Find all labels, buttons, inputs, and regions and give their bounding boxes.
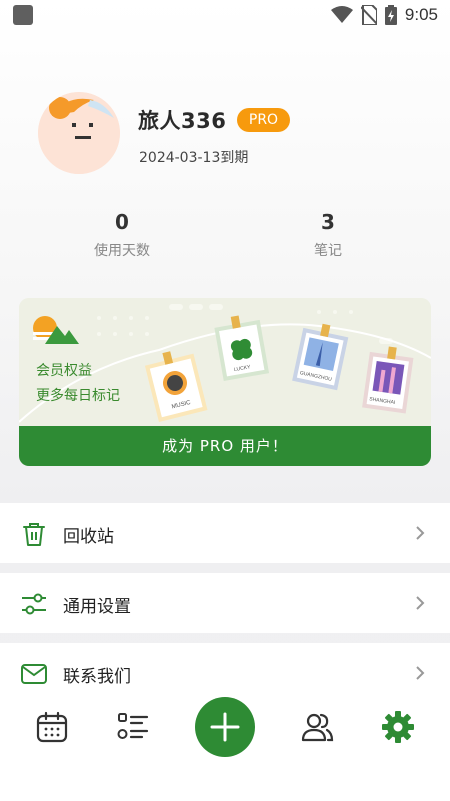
- sliders-icon: [22, 593, 46, 615]
- chevron-right-icon: [416, 596, 425, 610]
- status-bar: 9:05: [0, 0, 450, 30]
- menu-item-general-settings[interactable]: 通用设置: [0, 573, 450, 633]
- mail-icon: [21, 664, 47, 684]
- menu-label: 回收站: [63, 527, 114, 547]
- avatar[interactable]: [38, 92, 120, 174]
- membership-expiry: 2024-03-13到期: [139, 150, 249, 166]
- users-icon[interactable]: [300, 710, 334, 744]
- menu-label: 通用设置: [63, 597, 131, 617]
- stat-label: 笔记: [314, 243, 342, 259]
- menu-item-contact-us[interactable]: 联系我们: [0, 643, 450, 703]
- become-pro-button[interactable]: 成为 PRO 用户！: [19, 426, 431, 466]
- no-sim-icon: [360, 5, 377, 25]
- list-icon[interactable]: [116, 710, 150, 744]
- app-notification-icon: [13, 5, 33, 25]
- pro-promo-card[interactable]: MUSIC LUCKY GUANGZHOU SHANGHAI 会员权益 更多每日…: [19, 298, 431, 466]
- calendar-icon[interactable]: [35, 710, 69, 744]
- battery-charging-icon: [384, 5, 397, 25]
- settings-screen: 9:05 旅人336 PRO 2024-03-13到期 0 使用天数 3 笔记: [0, 0, 450, 801]
- gear-icon[interactable]: [381, 710, 415, 744]
- pro-badge: PRO: [237, 108, 290, 132]
- status-time: 9:05: [404, 5, 438, 24]
- plus-icon: [210, 712, 240, 742]
- wifi-icon: [330, 6, 353, 23]
- chevron-right-icon: [416, 526, 425, 540]
- status-indicators: 9:05: [330, 4, 438, 26]
- promo-title: 会员权益: [36, 363, 92, 379]
- stat-value: 3: [321, 210, 335, 234]
- stat-value: 0: [115, 210, 129, 234]
- stat-notes[interactable]: 3 笔记: [268, 210, 388, 260]
- chevron-right-icon: [416, 666, 425, 680]
- menu-item-recycle-bin[interactable]: 回收站: [0, 503, 450, 563]
- trash-icon: [23, 523, 45, 546]
- stat-label: 使用天数: [94, 243, 150, 259]
- menu-label: 联系我们: [63, 667, 131, 687]
- promo-subtitle: 更多每日标记: [36, 388, 120, 404]
- stat-usage-days: 0 使用天数: [62, 210, 182, 260]
- username: 旅人336: [138, 109, 227, 133]
- add-button[interactable]: [195, 697, 255, 757]
- avatar-face-icon: [38, 92, 120, 174]
